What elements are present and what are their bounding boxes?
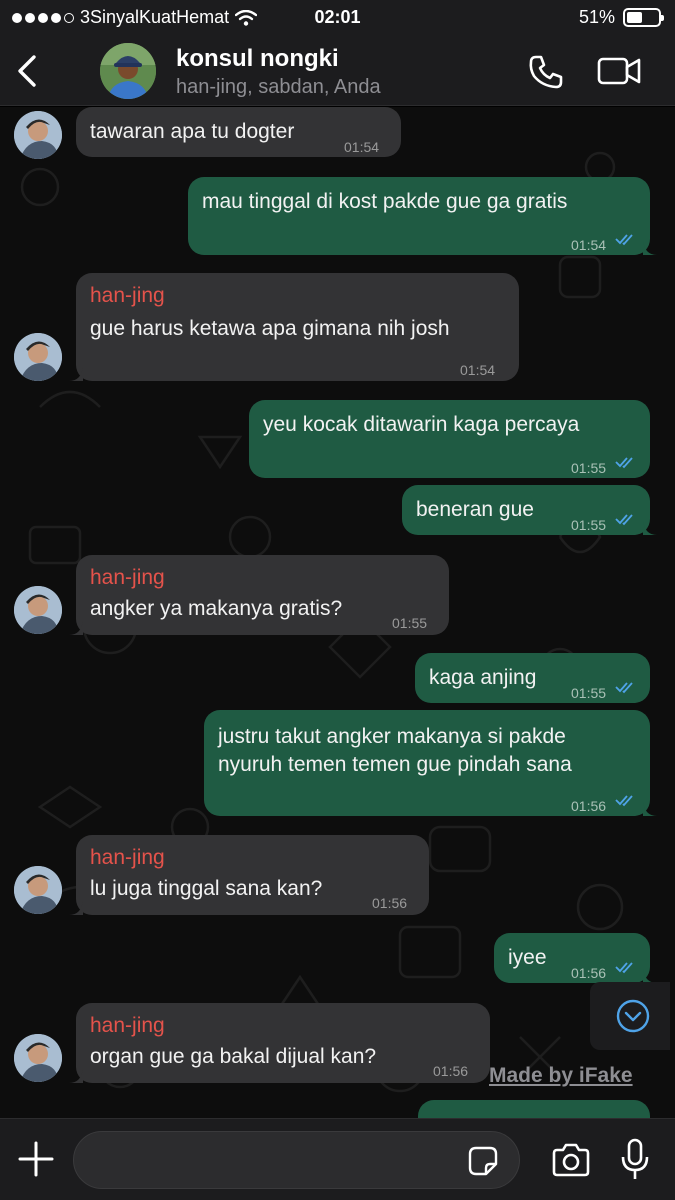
message-bubble-outgoing[interactable]: mau tinggal di kost pakde gue ga gratis … — [188, 177, 657, 255]
double-check-icon — [615, 795, 633, 807]
message-list[interactable]: tawaran apa tu dogter 01:54 mau tinggal … — [0, 107, 675, 1118]
voice-call-button[interactable] — [526, 52, 566, 92]
message-text: justru takut angker makanya si pakde — [218, 725, 566, 748]
camera-icon — [552, 1143, 590, 1177]
sender-avatar[interactable] — [14, 586, 62, 634]
video-camera-icon — [597, 57, 641, 85]
message-time: 01:56 — [571, 798, 607, 814]
message-bubble-outgoing[interactable]: justru takut angker makanya si pakde nyu… — [204, 710, 657, 816]
message-text: yeu kocak ditawarin kaga percaya — [263, 413, 580, 436]
message-bubble-incoming[interactable]: han-jing gue harus ketawa apa gimana nih… — [69, 273, 519, 381]
message-time: 01:55 — [571, 685, 607, 701]
clock: 02:01 — [314, 7, 361, 27]
sticker-button[interactable] — [466, 1144, 500, 1178]
message-text: tawaran apa tu dogter — [90, 120, 295, 143]
sender-avatar[interactable] — [14, 111, 62, 159]
chat-header: konsul nongki han-jing, sabdan, Anda — [0, 36, 675, 106]
message-text: organ gue ga bakal dijual kan? — [90, 1045, 377, 1068]
voice-message-button[interactable] — [619, 1137, 651, 1183]
battery-percent: 51% — [578, 7, 615, 27]
sender-name[interactable]: han-jing — [90, 563, 165, 592]
chat-title[interactable]: konsul nongki — [176, 45, 339, 73]
battery-level — [627, 12, 642, 23]
double-check-icon — [615, 234, 633, 246]
phone-icon — [529, 55, 563, 89]
scroll-to-bottom-button[interactable] — [590, 982, 670, 1050]
sender-avatar[interactable] — [14, 333, 62, 381]
message-text: lu juga tinggal sana kan? — [90, 877, 323, 900]
sender-name[interactable]: han-jing — [90, 843, 165, 872]
message-bubble-outgoing[interactable]: yeu kocak ditawarin kaga percaya 01:55 — [249, 400, 650, 478]
message-bubble-incoming[interactable]: han-jing lu juga tinggal sana kan? 01:56 — [69, 835, 429, 915]
message-bubble-incoming[interactable]: tawaran apa tu dogter 01:54 — [76, 107, 401, 157]
message-text: mau tinggal di kost pakde gue ga gratis — [202, 190, 568, 213]
camera-button[interactable] — [550, 1141, 592, 1179]
message-bubble-incoming[interactable]: han-jing angker ya makanya gratis? 01:55 — [69, 555, 449, 635]
message-text: kaga anjing — [429, 666, 537, 689]
sticker-icon — [468, 1146, 498, 1176]
status-bar: 3SinyalKuatHemat 02:01 51% — [0, 0, 675, 36]
sender-name[interactable]: han-jing — [90, 281, 165, 310]
message-time: 01:55 — [392, 615, 428, 631]
watermark: Made by iFake — [489, 1064, 633, 1087]
video-call-button[interactable] — [596, 53, 644, 89]
message-time: 01:54 — [460, 362, 496, 378]
sender-avatar[interactable] — [14, 866, 62, 914]
chat-participants[interactable]: han-jing, sabdan, Anda — [176, 76, 381, 99]
message-text: beneran gue — [416, 498, 534, 521]
message-time: 01:55 — [571, 517, 607, 533]
double-check-icon — [615, 962, 633, 974]
sender-name[interactable]: han-jing — [90, 1011, 165, 1040]
message-time: 01:56 — [433, 1063, 469, 1079]
chevron-left-icon — [18, 55, 36, 87]
message-bubble-incoming[interactable]: han-jing organ gue ga bakal dijual kan? … — [69, 1003, 490, 1083]
group-avatar[interactable] — [100, 43, 156, 99]
back-button[interactable] — [8, 48, 48, 94]
message-bubble-outgoing[interactable]: beneran gue 01:55 — [402, 485, 657, 535]
message-bubble-outgoing-partial[interactable] — [418, 1100, 650, 1118]
battery-status: 51% — [578, 7, 664, 28]
message-time: 01:54 — [571, 237, 607, 253]
double-check-icon — [615, 682, 633, 694]
double-check-icon — [615, 457, 633, 469]
sender-avatar[interactable] — [14, 1034, 62, 1082]
microphone-icon — [621, 1138, 649, 1179]
message-text: angker ya makanya gratis? — [90, 597, 343, 620]
message-time: 01:55 — [571, 460, 607, 476]
message-text: gue harus ketawa apa gimana nih josh — [90, 317, 450, 340]
message-bubble-outgoing[interactable]: kaga anjing 01:55 — [415, 653, 650, 703]
double-check-icon — [615, 514, 633, 526]
message-time: 01:54 — [344, 139, 380, 155]
attach-button[interactable] — [16, 1139, 56, 1179]
message-time: 01:56 — [372, 895, 408, 911]
message-input[interactable] — [73, 1131, 520, 1189]
chevron-down-circle-icon — [616, 999, 650, 1033]
composer-bar — [0, 1118, 675, 1200]
battery-icon — [623, 8, 664, 27]
message-text: iyee — [508, 946, 547, 969]
message-bubble-outgoing[interactable]: iyee 01:56 — [494, 933, 657, 983]
message-text: nyuruh temen temen gue pindah sana — [218, 753, 572, 776]
plus-icon — [18, 1141, 54, 1177]
